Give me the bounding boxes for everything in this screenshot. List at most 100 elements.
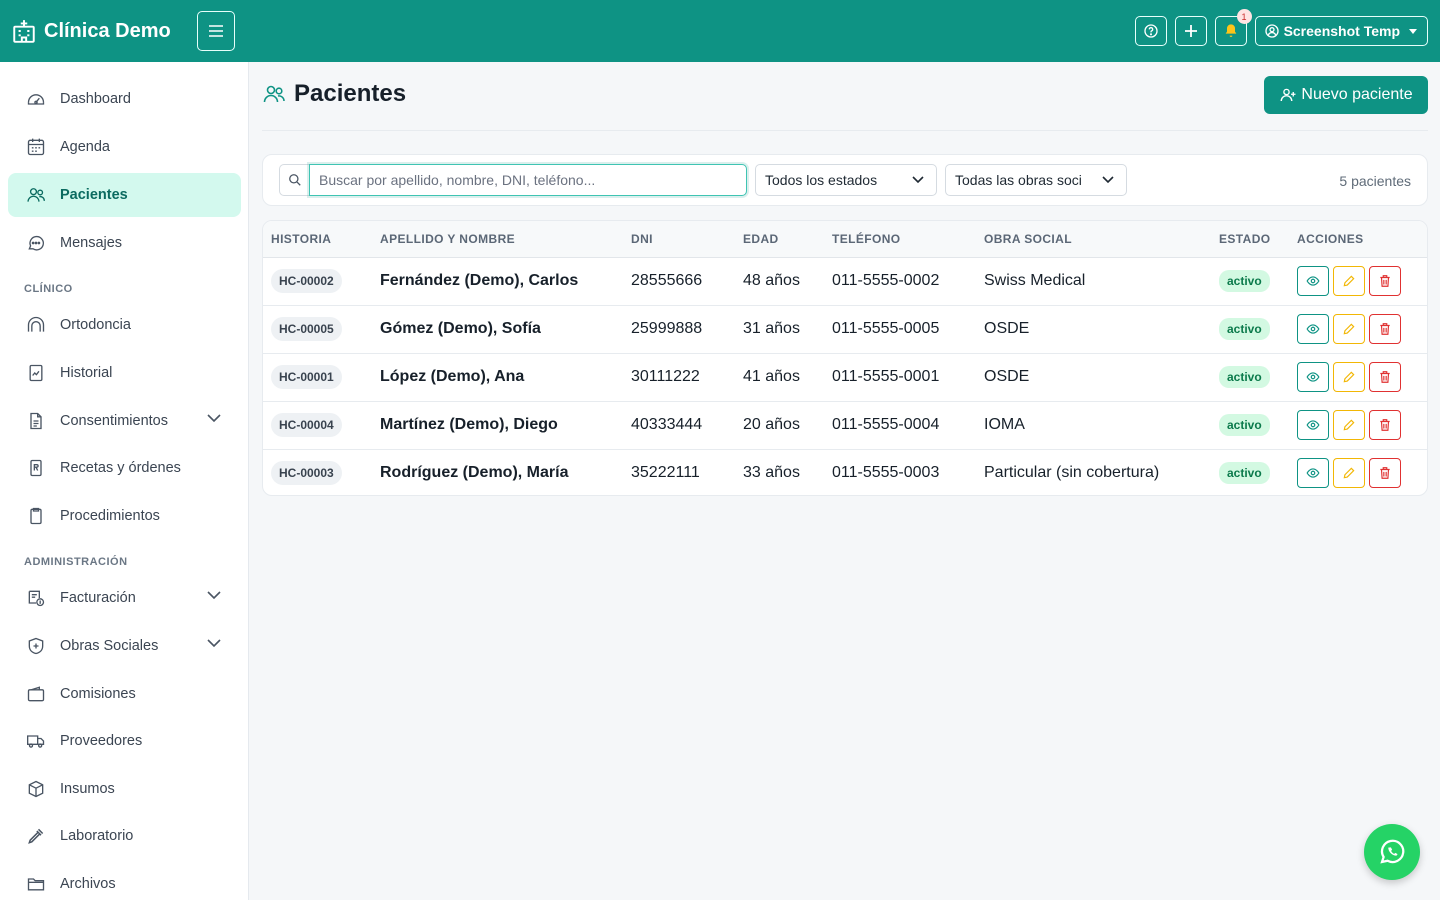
patient-age: 48 años <box>735 257 824 306</box>
chevron-down-icon[interactable] <box>207 591 221 600</box>
edit-button[interactable] <box>1333 266 1365 296</box>
table-row[interactable]: HC-00005 Gómez (Demo), Sofía 25999888 31… <box>263 305 1427 354</box>
patient-dni: 30111222 <box>623 353 735 402</box>
sidebar-item-proveedores[interactable]: Proveedores <box>8 719 241 763</box>
help-button[interactable] <box>1134 16 1167 46</box>
sidebar-item-insumos[interactable]: Insumos <box>8 767 241 811</box>
col-edad[interactable]: EDAD <box>735 221 824 258</box>
estado-filter-select[interactable]: Todos los estados <box>755 164 937 196</box>
menu-toggle-button[interactable] <box>197 11 235 51</box>
sidebar-item-dashboard[interactable]: Dashboard <box>8 77 241 121</box>
patient-name[interactable]: López (Demo), Ana <box>380 368 524 385</box>
chevron-down-icon[interactable] <box>207 414 221 423</box>
delete-button[interactable] <box>1369 266 1401 296</box>
edit-button[interactable] <box>1333 410 1365 440</box>
col-historia[interactable]: HISTORIA <box>263 221 372 258</box>
sidebar-item-label: Procedimientos <box>60 508 160 524</box>
pencil-icon <box>1343 275 1355 287</box>
sidebar-item-label: Consentimientos <box>60 413 168 429</box>
chevron-down-icon[interactable] <box>207 639 221 648</box>
sidebar-item-procedimientos[interactable]: Procedimientos <box>8 494 241 538</box>
table-row[interactable]: HC-00003 Rodríguez (Demo), María 3522211… <box>263 449 1427 495</box>
eye-icon <box>1306 324 1320 334</box>
sidebar-item-label: Facturación <box>60 590 136 606</box>
table-row[interactable]: HC-00002 Fernández (Demo), Carlos 285556… <box>263 257 1427 306</box>
notifications-button[interactable]: 1 <box>1214 9 1252 46</box>
col-telefono[interactable]: TELÉFONO <box>824 221 976 258</box>
sidebar-item-label: Dashboard <box>60 91 131 107</box>
delete-button[interactable] <box>1369 410 1401 440</box>
patient-name[interactable]: Gómez (Demo), Sofía <box>380 320 541 337</box>
user-menu-button[interactable]: Screenshot Temp <box>1254 16 1428 46</box>
sidebar-item-obras-sociales[interactable]: Obras Sociales <box>8 624 241 668</box>
view-button[interactable] <box>1297 314 1329 344</box>
add-button[interactable] <box>1174 16 1207 46</box>
user-plus-icon <box>1280 88 1296 102</box>
delete-button[interactable] <box>1369 314 1401 344</box>
invoice-icon <box>26 588 46 608</box>
patient-age: 33 años <box>743 464 800 482</box>
search-input[interactable] <box>309 164 747 196</box>
plus-icon <box>1184 25 1197 37</box>
estado-filter-value: Todos los estados <box>765 172 878 188</box>
edit-button[interactable] <box>1333 362 1365 392</box>
sidebar-item-historial[interactable]: Historial <box>8 351 241 395</box>
sidebar-item-comisiones[interactable]: Comisiones <box>8 672 241 716</box>
sidebar-item-label: Insumos <box>60 781 115 797</box>
pencil-icon <box>1343 323 1355 335</box>
col-obra-social[interactable]: OBRA SOCIAL <box>976 221 1211 258</box>
hamburger-icon <box>209 25 223 37</box>
trash-icon <box>1380 275 1390 287</box>
page-title-text: Pacientes <box>294 80 407 107</box>
sidebar-item-label: Obras Sociales <box>60 638 159 654</box>
sidebar-item-facturacion[interactable]: Facturación <box>8 576 241 620</box>
trash-icon <box>1380 467 1390 480</box>
chat-icon <box>26 233 46 253</box>
brand[interactable]: Clínica Demo <box>11 18 171 44</box>
col-estado[interactable]: ESTADO <box>1211 221 1289 258</box>
sidebar-item-label: Agenda <box>60 139 110 155</box>
view-button[interactable] <box>1297 266 1329 296</box>
delete-button[interactable] <box>1369 362 1401 392</box>
top-actions: 1 Screenshot Temp <box>1127 9 1428 46</box>
delete-button[interactable] <box>1369 458 1401 489</box>
sidebar-item-laboratorio[interactable]: Laboratorio <box>8 814 241 858</box>
col-nombre[interactable]: APELLIDO Y NOMBRE <box>372 221 623 258</box>
view-button[interactable] <box>1297 362 1329 392</box>
edit-button[interactable] <box>1333 458 1365 489</box>
patient-name[interactable]: Fernández (Demo), Carlos <box>380 272 578 289</box>
section-clinico-heading: CLÍNICO <box>24 283 73 295</box>
file-text-icon <box>26 411 46 431</box>
col-dni[interactable]: DNI <box>623 221 735 258</box>
sidebar-item-label: Historial <box>60 365 113 381</box>
sidebar-item-recetas[interactable]: Recetas y órdenes <box>8 446 241 490</box>
file-chart-icon <box>26 363 46 383</box>
help-icon <box>1143 24 1158 38</box>
patient-dni: 40333444 <box>623 401 735 450</box>
whatsapp-icon <box>1380 839 1405 864</box>
calendar-icon <box>26 137 46 157</box>
whatsapp-button[interactable] <box>1364 824 1420 880</box>
prescription-icon <box>26 458 46 478</box>
new-patient-button[interactable]: Nuevo paciente <box>1264 76 1428 114</box>
table-row[interactable]: HC-00001 López (Demo), Ana 30111222 41 a… <box>263 353 1427 402</box>
sidebar-item-agenda[interactable]: Agenda <box>8 125 241 169</box>
patient-name[interactable]: Rodríguez (Demo), María <box>380 464 568 481</box>
patient-name[interactable]: Martínez (Demo), Diego <box>380 416 558 433</box>
sidebar-item-archivos[interactable]: Archivos <box>8 862 241 900</box>
status-badge: activo <box>1219 366 1270 388</box>
sidebar-item-ortodoncia[interactable]: Ortodoncia <box>8 303 241 347</box>
patient-obra-social: IOMA <box>976 401 1211 450</box>
sidebar-item-consentimientos[interactable]: Consentimientos <box>8 399 241 443</box>
trash-icon <box>1380 323 1390 335</box>
search-icon <box>279 164 309 196</box>
hc-badge: HC-00005 <box>271 317 342 341</box>
sidebar-item-mensajes[interactable]: Mensajes <box>8 221 241 265</box>
edit-button[interactable] <box>1333 314 1365 344</box>
obra-social-filter-select[interactable]: Todas las obras soci <box>945 164 1127 196</box>
user-circle-icon <box>1264 24 1279 38</box>
table-row[interactable]: HC-00004 Martínez (Demo), Diego 40333444… <box>263 401 1427 450</box>
sidebar-item-pacientes[interactable]: Pacientes <box>8 173 241 217</box>
view-button[interactable] <box>1297 458 1329 489</box>
view-button[interactable] <box>1297 410 1329 440</box>
